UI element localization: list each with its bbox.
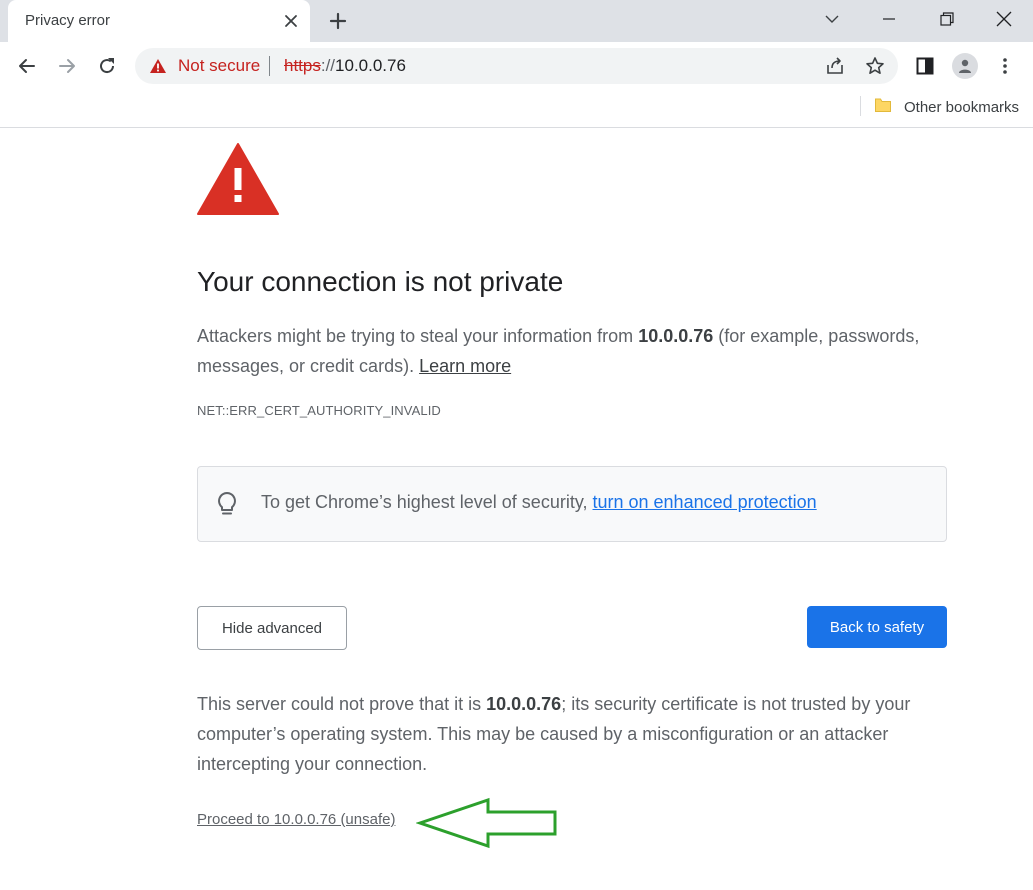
tab-close-icon[interactable] — [280, 10, 302, 32]
toolbar: Not secure https://10.0.0.76 — [0, 42, 1033, 90]
proceed-unsafe-link[interactable]: Proceed to 10.0.0.76 (unsafe) — [197, 811, 395, 828]
not-secure-warning-icon[interactable] — [149, 58, 167, 79]
reload-icon[interactable] — [91, 50, 123, 82]
person-icon — [952, 53, 978, 79]
forward-arrow-icon[interactable] — [51, 50, 83, 82]
kebab-menu-icon[interactable] — [989, 50, 1021, 82]
hide-advanced-button[interactable]: Hide advanced — [197, 606, 347, 650]
tab-search-chevron-down-icon[interactable] — [803, 0, 861, 38]
omnibox-divider — [269, 56, 270, 76]
side-panel-icon[interactable] — [909, 50, 941, 82]
bookmarks-bar: Other bookmarks — [0, 90, 1033, 128]
tab-strip: Privacy error — [0, 0, 1033, 42]
window-close-icon[interactable] — [975, 0, 1033, 38]
back-arrow-icon[interactable] — [11, 50, 43, 82]
tab-title: Privacy error — [25, 12, 111, 29]
url-text[interactable]: https://10.0.0.76 — [284, 56, 406, 76]
intro-text-before: Attackers might be trying to steal your … — [197, 326, 639, 346]
enhanced-protection-link[interactable]: turn on enhanced protection — [593, 492, 817, 512]
details-text-before: This server could not prove that it is — [197, 694, 487, 714]
promo-text-prefix: To get Chrome’s highest level of securit… — [261, 492, 593, 512]
bookmarks-divider — [860, 96, 861, 116]
promo-text: To get Chrome’s highest level of securit… — [261, 492, 817, 513]
intro-paragraph: Attackers might be trying to steal your … — [197, 321, 947, 381]
url-separator: :// — [320, 56, 336, 75]
back-to-safety-button[interactable]: Back to safety — [807, 606, 947, 648]
url-host: 10.0.0.76 — [335, 56, 406, 75]
details-host: 10.0.0.76 — [486, 694, 562, 714]
tab-privacy-error[interactable]: Privacy error — [8, 0, 310, 42]
error-code: NET::ERR_CERT_AUTHORITY_INVALID — [197, 403, 441, 418]
new-tab-plus-icon[interactable] — [325, 8, 351, 34]
profile-avatar[interactable] — [949, 50, 981, 82]
other-bookmarks-button[interactable]: Other bookmarks — [874, 95, 1019, 119]
restore-icon[interactable] — [918, 0, 976, 38]
share-icon[interactable] — [823, 54, 847, 78]
lightbulb-icon — [216, 491, 238, 522]
learn-more-link[interactable]: Learn more — [419, 356, 511, 376]
enhanced-protection-promo: To get Chrome’s highest level of securit… — [197, 466, 947, 542]
details-paragraph: This server could not prove that it is 1… — [197, 689, 947, 779]
bookmark-star-icon[interactable] — [863, 54, 887, 78]
other-bookmarks-label: Other bookmarks — [904, 98, 1020, 116]
intro-host: 10.0.0.76 — [638, 326, 714, 346]
annotation-arrow-left-outline-icon — [415, 796, 560, 855]
minimize-icon[interactable] — [860, 0, 918, 38]
omnibox[interactable]: Not secure https://10.0.0.76 — [135, 48, 898, 84]
error-warning-triangle-icon — [196, 142, 280, 221]
page-title: Your connection is not private — [197, 266, 564, 297]
url-scheme: https — [284, 56, 321, 75]
folder-icon — [874, 96, 892, 119]
not-secure-label[interactable]: Not secure — [178, 56, 260, 76]
